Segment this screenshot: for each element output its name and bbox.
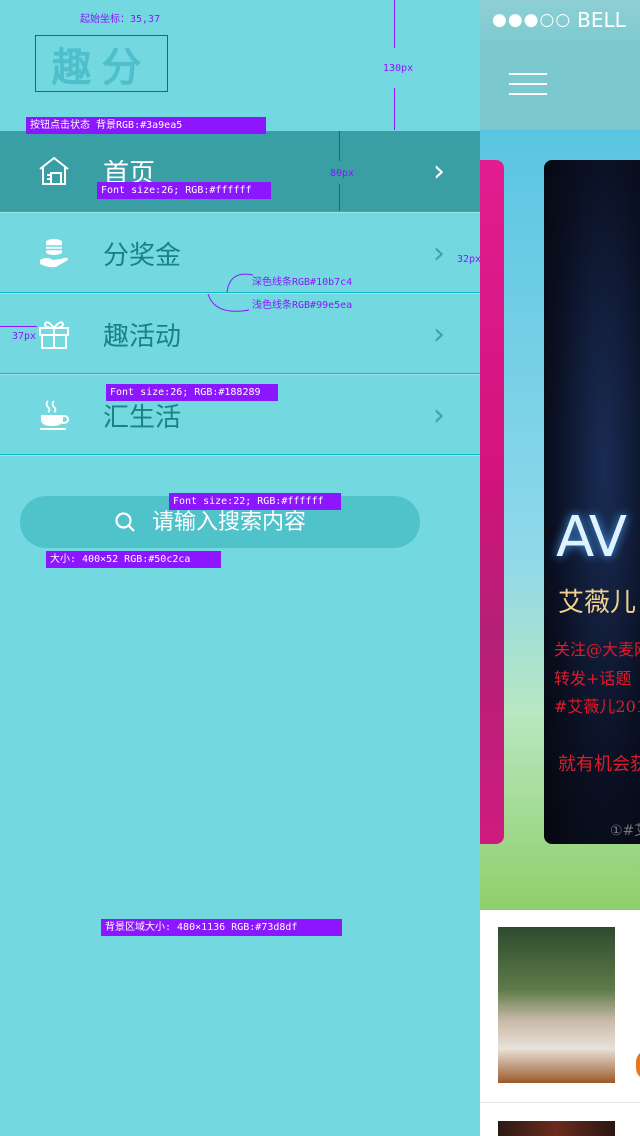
annotation-search-size: 大小: 400×52 RGB:#50c2ca (46, 551, 221, 568)
annotation-search-font: Font size:22; RGB:#ffffff (169, 493, 341, 510)
annotation-light-line: 浅色线条RGB#99e5ea (252, 300, 353, 311)
annotation-arrows (207, 273, 254, 312)
content-list (480, 910, 640, 1136)
annotation-start-coord: 起始坐标：35,37 (80, 14, 161, 25)
banner-footer: ①#艾 (610, 823, 640, 839)
hamburger-menu-icon[interactable] (509, 73, 547, 97)
carrier-name: BELL (577, 8, 626, 32)
list-item-badge (636, 1050, 640, 1080)
chevron-right-icon: › (433, 397, 445, 433)
banner-card-previous[interactable] (480, 160, 504, 844)
annotation-active-font: Font size:26; RGB:#ffffff (97, 182, 271, 199)
main-content-panel[interactable]: ●●●○○ BELL AV 艾薇儿 关注@大麦网 转发+话题 #艾薇儿201 就… (480, 0, 640, 1136)
dimension-line (394, 88, 395, 130)
annotation-dim-37: 37px (12, 331, 37, 342)
annotation-dim-130: 130px (383, 63, 414, 74)
dimension-line (0, 326, 37, 327)
menu-divider (0, 454, 480, 456)
list-divider (480, 1102, 640, 1103)
menu-label-life: 汇生活 (103, 402, 182, 433)
side-drawer: 趣分 首页 › 分奖金 › 趣活动 › 汇生活 › 请输入搜索内容 起始坐标：3… (0, 0, 482, 1136)
banner-title: AV (556, 505, 627, 570)
banner-subtitle: 艾薇儿 (558, 588, 637, 618)
banner-line: 转发+话题 (554, 669, 632, 688)
coins-hand-icon (40, 239, 68, 268)
banner-carousel[interactable]: AV 艾薇儿 关注@大麦网 转发+话题 #艾薇儿201 就有机会获 ①#艾 (480, 130, 640, 910)
chevron-right-icon: › (433, 153, 445, 189)
home-icon (39, 156, 69, 185)
chevron-right-icon: › (433, 316, 445, 352)
banner-line: 就有机会获 (558, 754, 640, 775)
signal-strength: ●●●○○ (492, 10, 572, 30)
dimension-line (339, 131, 340, 161)
app-logo: 趣分 (35, 35, 168, 92)
banner-line: 关注@大麦网 (554, 640, 640, 659)
chevron-right-icon: › (433, 235, 445, 271)
status-bar: ●●●○○ BELL (480, 0, 640, 40)
annotation-normal-font: Font size:26; RGB:#188289 (106, 384, 278, 401)
annotation-dim-80: 80px (330, 168, 355, 179)
annotation-pressed-state: 按钮点击状态 背景RGB:#3a9ea5 (26, 117, 266, 134)
annotation-bg-size: 背景区域大小: 480×1136 RGB:#73d8df (101, 919, 342, 936)
search-icon (115, 512, 135, 532)
dimension-line (339, 184, 340, 211)
coffee-cup-icon (40, 400, 70, 430)
list-item-thumbnail[interactable] (498, 1121, 615, 1136)
gift-icon (39, 321, 69, 349)
menu-item-home[interactable]: 首页 › (0, 131, 480, 211)
banner-line: #艾薇儿201 (554, 697, 640, 716)
list-item-thumbnail[interactable] (498, 927, 615, 1083)
banner-card-current[interactable]: AV 艾薇儿 关注@大麦网 转发+话题 #艾薇儿201 就有机会获 ①#艾 (544, 160, 640, 844)
menu-label-bonus: 分奖金 (103, 240, 182, 271)
menu-label-activities: 趣活动 (103, 321, 182, 352)
app-header (480, 40, 640, 130)
annotation-dark-line: 深色线条RGB#10b7c4 (252, 277, 353, 288)
dimension-line (394, 0, 395, 48)
annotation-dim-32: 32px (457, 254, 482, 265)
